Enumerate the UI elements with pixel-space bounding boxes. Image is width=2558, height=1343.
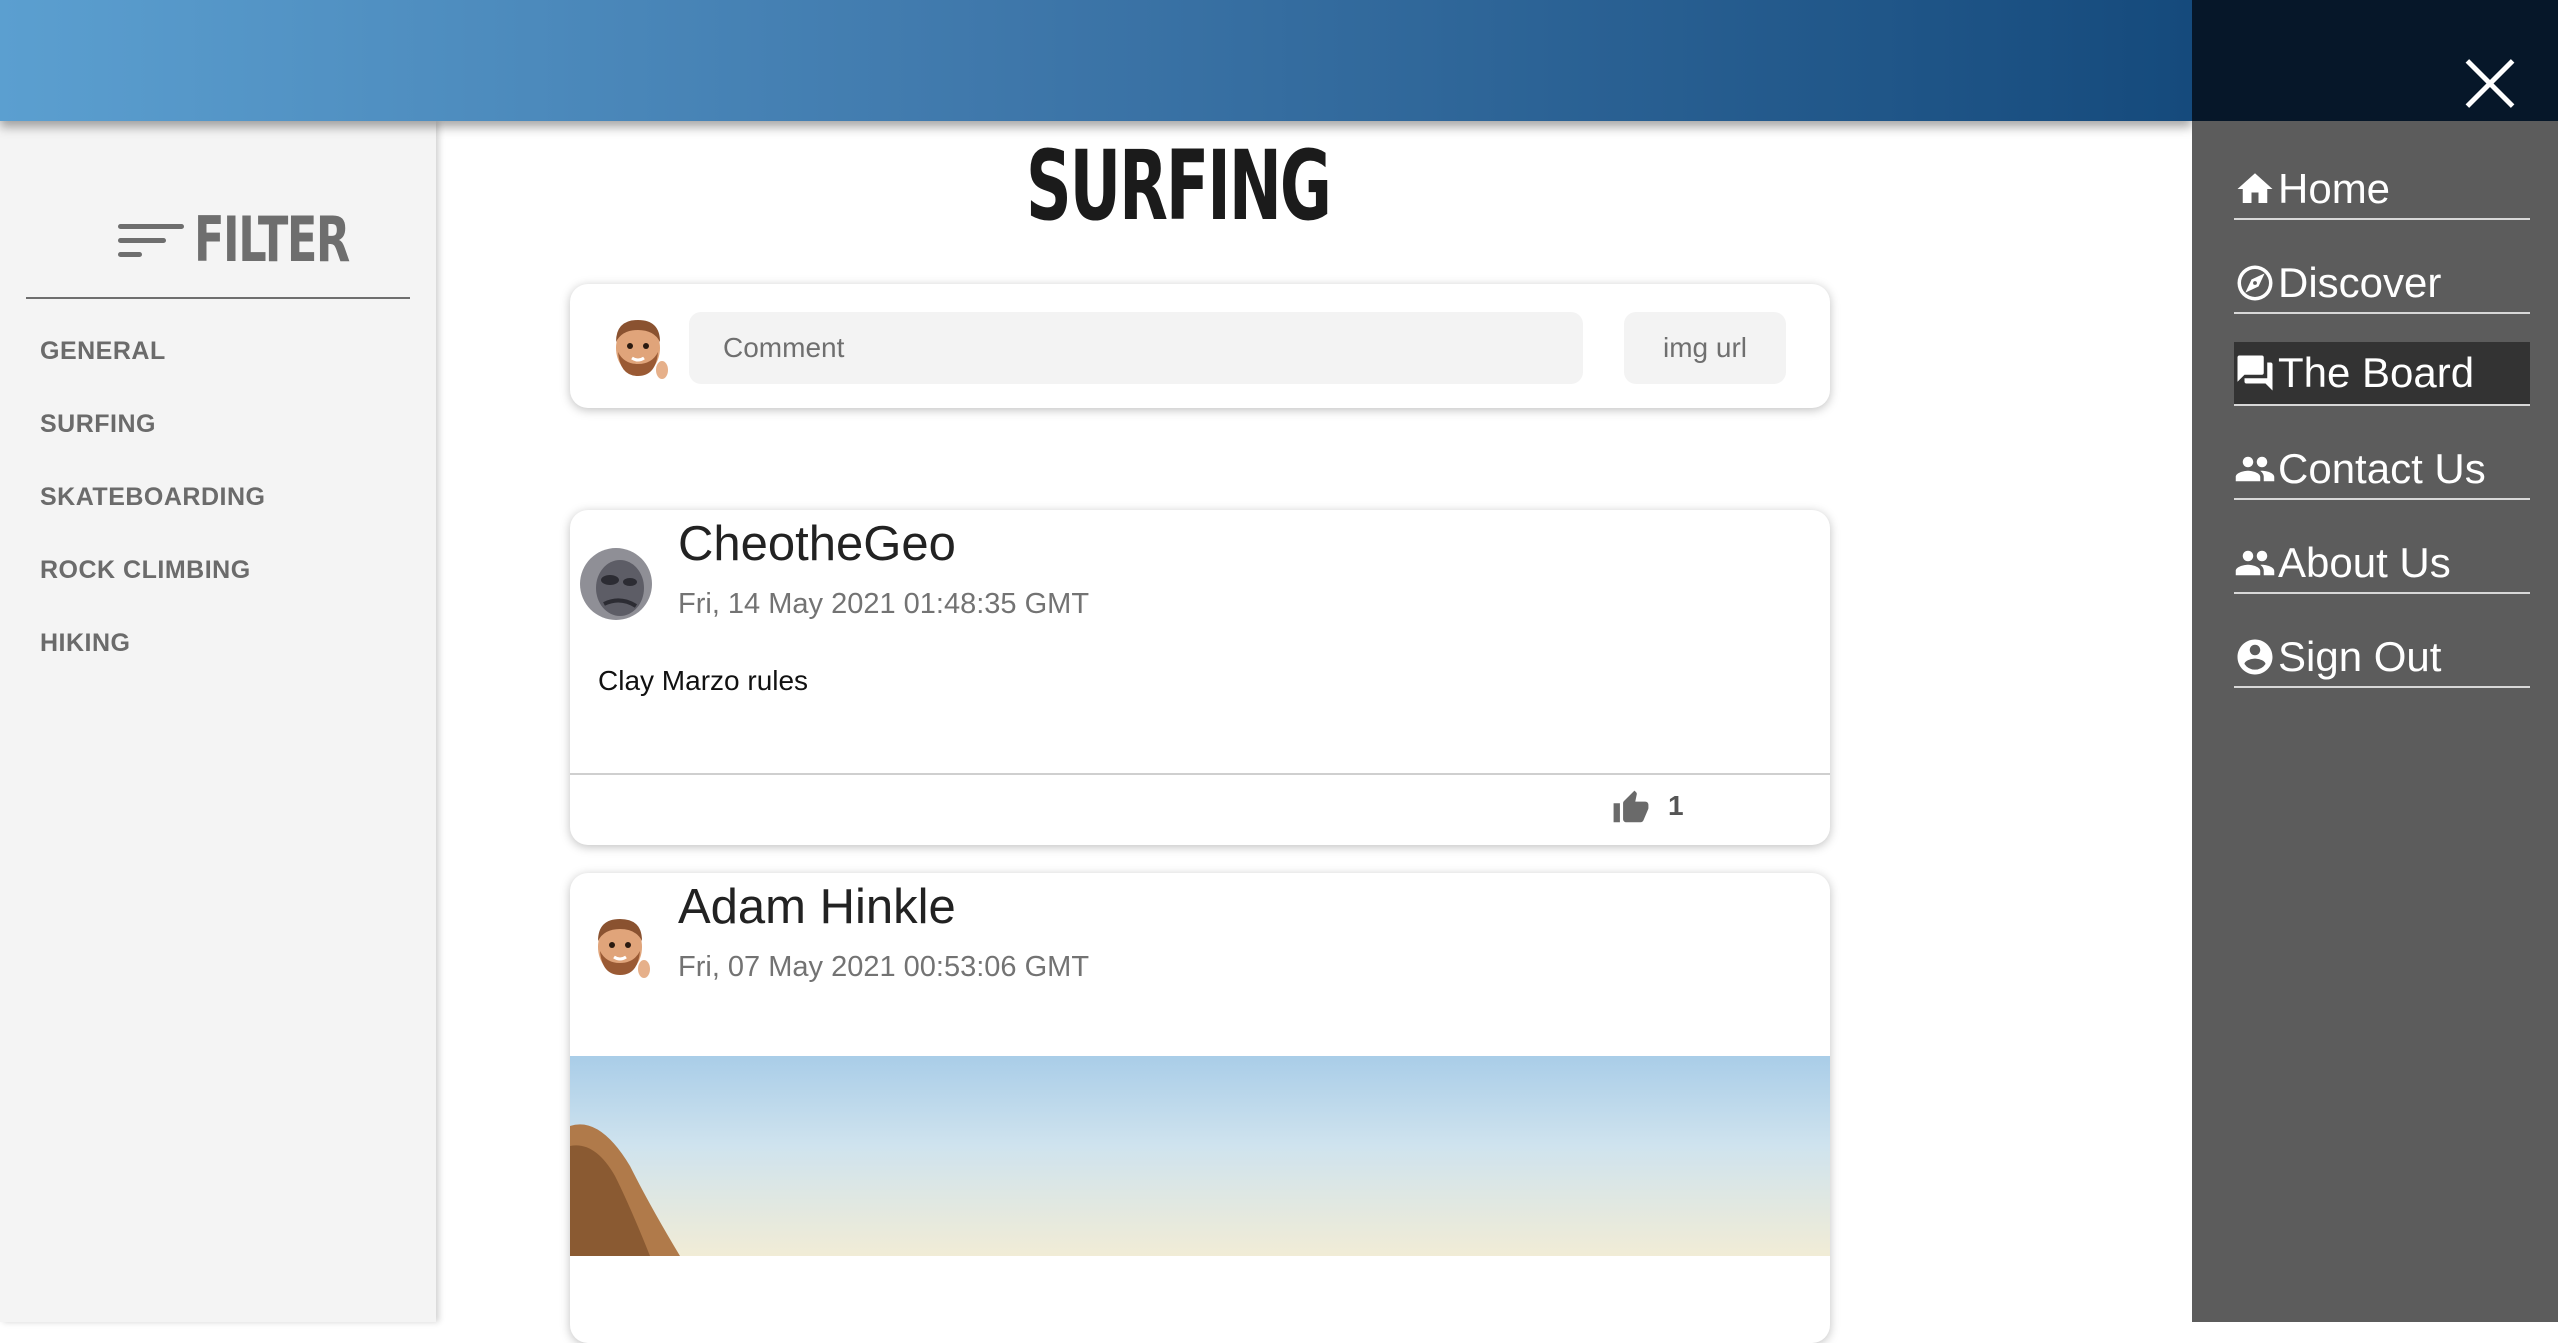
like-count: 1 — [1668, 790, 1684, 821]
nav-label: The Board — [2278, 349, 2475, 396]
nav-the-board[interactable]: The Board — [2234, 342, 2530, 406]
nav-label: Home — [2278, 165, 2391, 212]
author-avatar — [598, 919, 650, 978]
post-card: Adam Hinkle Fri, 07 May 2021 00:53:06 GM… — [570, 873, 1830, 1343]
people-icon — [2235, 456, 2275, 482]
nav-label: Discover — [2278, 259, 2442, 306]
img-url-input[interactable] — [1624, 312, 1786, 384]
page-title: SURFING — [1026, 130, 1332, 242]
comment-input[interactable] — [689, 312, 1583, 384]
filter-sidebar: FILTER GENERAL SURFING SKATEBOARDING ROC… — [0, 121, 436, 1322]
thumbs-up-icon — [1613, 790, 1649, 823]
post-date: Fri, 07 May 2021 00:53:06 GMT — [678, 951, 1090, 983]
category-skateboarding[interactable]: SKATEBOARDING — [40, 485, 265, 558]
nav-label: About Us — [2278, 539, 2451, 586]
filter-title: FILTER — [194, 203, 350, 276]
post-image — [570, 1056, 1830, 1256]
compass-icon — [2237, 265, 2273, 301]
close-icon[interactable] — [2454, 50, 2524, 120]
comment-composer — [570, 284, 1830, 408]
filter-icon — [118, 223, 184, 270]
nav-sign-out[interactable]: Sign Out — [2234, 628, 2530, 688]
like-button[interactable]: 1 — [1610, 789, 1684, 827]
home-icon — [2237, 173, 2273, 203]
filter-divider — [26, 297, 410, 299]
rock-image-fragment — [570, 1124, 680, 1256]
category-list: GENERAL SURFING SKATEBOARDING ROCK CLIMB… — [40, 339, 265, 704]
user-avatar — [616, 320, 668, 379]
author-avatar — [580, 548, 652, 620]
drawer-top — [2192, 0, 2558, 121]
post-date: Fri, 14 May 2021 01:48:35 GMT — [678, 588, 1090, 620]
nav-discover[interactable]: Discover — [2234, 254, 2530, 314]
post-card: CheotheGeo Fri, 14 May 2021 01:48:35 GMT… — [570, 510, 1830, 845]
nav-label: Sign Out — [2278, 633, 2442, 680]
post-author[interactable]: CheotheGeo — [678, 516, 956, 572]
filter-header[interactable]: FILTER — [118, 203, 409, 276]
post-text: Clay Marzo rules — [598, 665, 809, 696]
nav-label: Contact Us — [2278, 445, 2486, 492]
category-hiking[interactable]: HIKING — [40, 631, 265, 704]
header-bar — [0, 0, 2192, 121]
post-author[interactable]: Adam Hinkle — [678, 879, 956, 935]
nav-drawer: Home Discover The Board Contact Us About… — [2192, 0, 2558, 1322]
account-circle-icon — [2237, 639, 2273, 675]
nav-home[interactable]: Home — [2234, 160, 2530, 220]
nav-contact-us[interactable]: Contact Us — [2234, 440, 2530, 500]
chat-icon — [2237, 355, 2273, 391]
post-footer: 1 — [570, 773, 1830, 845]
category-general[interactable]: GENERAL — [40, 339, 265, 412]
people-icon — [2235, 550, 2275, 576]
category-surfing[interactable]: SURFING — [40, 412, 265, 485]
nav-about-us[interactable]: About Us — [2234, 534, 2530, 594]
category-rock-climbing[interactable]: ROCK CLIMBING — [40, 558, 265, 631]
